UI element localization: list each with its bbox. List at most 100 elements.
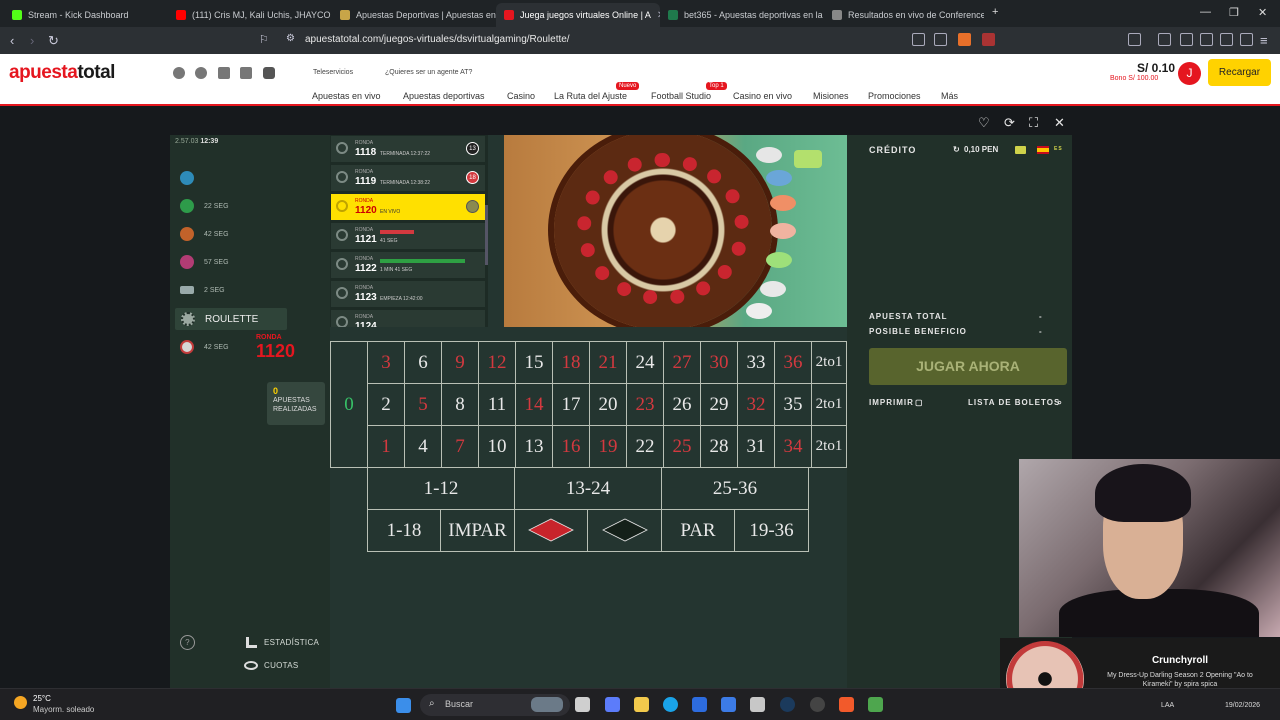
bet-cell-number[interactable]: 16 <box>552 425 590 468</box>
tab-apuestas[interactable]: Apuestas Deportivas | Apuestas en lí <box>332 3 496 27</box>
reader-icon[interactable] <box>912 33 925 46</box>
nav-football-studio[interactable]: Football Studio <box>651 91 711 101</box>
tab-resultados[interactable]: Resultados en vivo de Conference Le <box>824 3 984 27</box>
bet-cell-number[interactable]: 12 <box>478 341 516 384</box>
nav-mas[interactable]: Más <box>941 91 958 101</box>
cuotas-link[interactable]: CUOTAS <box>264 661 299 670</box>
estadistica-link[interactable]: ESTADÍSTICA <box>264 638 319 647</box>
apuestatotal-logo[interactable]: apuestatotal <box>9 62 115 84</box>
url-field[interactable]: apuestatotal.com/juegos-virtuales/dsvirt… <box>305 34 570 45</box>
youtube-icon[interactable] <box>263 67 275 79</box>
forward-icon[interactable]: › <box>30 33 34 48</box>
game-item[interactable]: 42 SEG <box>180 223 320 245</box>
bet-cell-number[interactable]: 22 <box>626 425 664 468</box>
round-row[interactable]: RONDA 1118 TERMINADA 12:37:22 13 <box>331 136 485 162</box>
stats-icon[interactable] <box>246 637 257 648</box>
round-row[interactable]: RONDA 1124 <box>331 310 485 327</box>
brave-shield-icon[interactable] <box>958 33 971 46</box>
bet-cell-number[interactable]: 20 <box>589 383 627 426</box>
odd-bet-cell[interactable]: IMPAR <box>440 509 515 552</box>
tab-youtube[interactable]: (111) Cris MJ, Kali Uchis, JHAYCO <box>168 3 332 27</box>
bet-cell-number[interactable]: 29 <box>700 383 738 426</box>
bet-cell-number[interactable]: 23 <box>626 383 664 426</box>
bet-cell-number[interactable]: 15 <box>515 341 553 384</box>
avatar[interactable]: J <box>1178 62 1201 85</box>
bet-cell-number[interactable]: 30 <box>700 341 738 384</box>
bet-cell-number[interactable]: 3 <box>367 341 405 384</box>
brave-icon[interactable] <box>839 697 854 712</box>
recargar-button[interactable]: Recargar <box>1208 59 1271 86</box>
bet-cell-number[interactable]: 1 <box>367 425 405 468</box>
leo-icon[interactable] <box>1220 33 1233 46</box>
fullscreen-icon[interactable]: ⛶ <box>1029 115 1038 131</box>
calculator-icon[interactable] <box>750 697 765 712</box>
lista-boletos-button[interactable]: LISTA DE BOLETOS <box>968 398 1060 407</box>
even-bet-cell[interactable]: PAR <box>661 509 735 552</box>
menu-icon[interactable]: ≡ <box>1260 33 1268 48</box>
round-row[interactable]: RONDA 1121 41 SEG <box>331 223 485 249</box>
tab-active[interactable]: Juega juegos virtuales Online | A ✕ <box>496 3 660 27</box>
taskbar-date[interactable]: 19/02/2026 <box>1225 702 1260 709</box>
bet-cell-number[interactable]: 11 <box>478 383 516 426</box>
print-icon[interactable]: ▢ <box>915 398 924 407</box>
bet-cell-number[interactable]: 26 <box>663 383 701 426</box>
black-bet-cell[interactable] <box>587 509 662 552</box>
dozen-bet-cell[interactable]: 1-12 <box>367 467 515 510</box>
music-icon[interactable] <box>1158 33 1171 46</box>
rounds-scrollbar[interactable] <box>485 205 488 265</box>
site-info-icon[interactable]: ⚙ <box>286 33 295 44</box>
bet-cell-number[interactable]: 35 <box>774 383 812 426</box>
game-item[interactable]: 57 SEG <box>180 251 320 273</box>
bookmark-icon[interactable]: ⚐ <box>259 33 269 46</box>
store-icon[interactable] <box>692 697 707 712</box>
bet-cell-number[interactable]: 13 <box>515 425 553 468</box>
close-game-icon[interactable]: ✕ <box>1054 115 1065 131</box>
tab-bet365[interactable]: bet365 - Apuestas deportivas en la r <box>660 3 824 27</box>
ticket-icon[interactable] <box>1015 146 1026 154</box>
app-icon[interactable] <box>605 697 620 712</box>
bet-cell-zero[interactable]: 0 <box>330 341 368 468</box>
column-bet-cell[interactable]: 2to1 <box>811 383 847 426</box>
bet-cell-number[interactable]: 18 <box>552 341 590 384</box>
bet-cell-number[interactable]: 10 <box>478 425 516 468</box>
steam-icon[interactable] <box>780 697 795 712</box>
dozen-bet-cell[interactable]: 25-36 <box>661 467 809 510</box>
bet-cell-number[interactable]: 21 <box>589 341 627 384</box>
lang-label[interactable]: ES <box>1054 146 1063 152</box>
high-bet-cell[interactable]: 19-36 <box>734 509 809 552</box>
bet-cell-number[interactable]: 25 <box>663 425 701 468</box>
bet-cell-number[interactable]: 4 <box>404 425 442 468</box>
back-icon[interactable]: ‹ <box>10 33 14 48</box>
agent-link[interactable]: ¿Quieres ser un agente AT? <box>385 69 472 76</box>
new-tab-icon[interactable]: + <box>992 6 998 18</box>
bet-cell-number[interactable]: 14 <box>515 383 553 426</box>
favorite-icon[interactable]: ♡ <box>978 115 990 131</box>
column-bet-cell[interactable]: 2to1 <box>811 425 847 468</box>
nav-misiones[interactable]: Misiones <box>813 91 849 101</box>
reload-icon[interactable]: ↻ <box>48 33 59 49</box>
imprimir-button[interactable]: IMPRIMIR <box>869 398 914 407</box>
nav-apuestas-deportivas[interactable]: Apuestas deportivas <box>403 91 485 101</box>
window-close-icon[interactable]: ✕ <box>1258 6 1267 19</box>
search-icon[interactable]: ⌕ <box>1057 397 1063 408</box>
mail-icon[interactable] <box>721 697 736 712</box>
maximize-icon[interactable]: ❐ <box>1229 6 1239 19</box>
wallet-icon[interactable] <box>1200 33 1213 46</box>
bet-cell-number[interactable]: 32 <box>737 383 775 426</box>
eye-icon[interactable] <box>244 661 258 670</box>
game-item[interactable] <box>180 167 320 189</box>
task-view-icon[interactable] <box>575 697 590 712</box>
bonus[interactable]: Bono S/ 100.00 <box>1110 75 1158 82</box>
round-row[interactable]: RONDA 1119 TERMINADA 12:38:22 18 <box>331 165 485 191</box>
bet-cell-number[interactable]: 24 <box>626 341 664 384</box>
edge-icon[interactable] <box>663 697 678 712</box>
keyboard-lang[interactable]: LAA <box>1161 702 1174 709</box>
bet-cell-number[interactable]: 5 <box>404 383 442 426</box>
windows-start-icon[interactable] <box>396 698 411 713</box>
dozen-bet-cell[interactable]: 13-24 <box>514 467 662 510</box>
tab-kick[interactable]: Stream - Kick Dashboard <box>4 3 168 27</box>
bet-cell-number[interactable]: 9 <box>441 341 479 384</box>
sidebar-icon[interactable] <box>1128 33 1141 46</box>
nav-promociones[interactable]: Promociones <box>868 91 921 101</box>
nav-apuestas-en-vivo[interactable]: Apuestas en vivo <box>312 91 381 101</box>
